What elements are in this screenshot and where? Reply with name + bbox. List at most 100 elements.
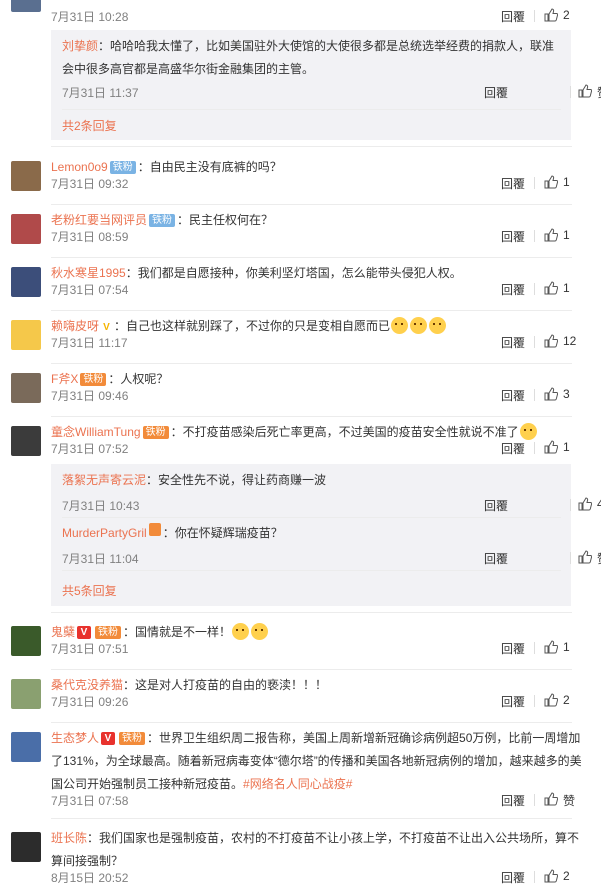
username-link[interactable]: 老粉红要当网评员 [51,213,147,227]
avatar[interactable] [11,426,41,456]
divider [570,86,571,98]
reply-button[interactable]: 回覆 [501,440,525,457]
like-count: 赞 [597,84,601,101]
like-count: 4 [597,497,601,511]
like-count: 1 [563,175,570,189]
username-link[interactable]: 班长陈 [51,831,87,845]
avatar[interactable] [11,320,41,350]
sub-reply-box: 落絮无声寄云泥：安全性先不说，得让药商赚一波 7月31日 10:43 回覆 4 Murd… [51,464,601,606]
reply-button[interactable]: 回覆 [484,550,508,567]
timestamp: 8月15日 20:52 [51,871,129,885]
show-more-replies-link[interactable]: 共5条回复 [62,582,117,599]
fan-badge: 铁粉 [149,214,176,227]
reply-button[interactable]: 回覆 [501,8,525,25]
reply-button[interactable]: 回覆 [501,228,525,245]
username-link[interactable]: F斧X [51,372,78,386]
fan-badge: 铁粉 [142,426,169,439]
avatar[interactable] [11,267,41,297]
avatar[interactable] [11,626,41,656]
username-link[interactable]: 童念WilliamTung [51,425,141,439]
thumbs-up-icon[interactable] [544,440,558,454]
reply-button[interactable]: 回覆 [501,693,525,710]
thumbs-up-icon[interactable] [544,228,558,242]
thumbs-up-icon[interactable] [578,550,592,564]
reply-button[interactable]: 回覆 [484,84,508,101]
reply-button[interactable]: 回覆 [501,334,525,351]
thumbs-up-icon[interactable] [544,387,558,401]
verified-icon: V [103,322,110,333]
avatar[interactable] [11,214,41,244]
divider [534,794,535,806]
comment-body: ：你在怀疑辉瑞疫苗？ [162,526,283,540]
avatar[interactable] [11,832,41,862]
comment-body: ：安全性先不说，得让药商赚一波 [146,473,327,487]
comment-body: ：我们都是自愿接种，你美利坚灯塔国，怎么能带头侵犯人权。 [125,266,462,280]
hashtag-link[interactable]: #网络名人同心战疫# [243,777,352,791]
timestamp: 7月31日 11:17 [51,336,128,350]
comment-item: 赖嗨皮呀 V ：自己也这样就别踩了，不过你的只是变相自愿而已 7月31日 11:17 回… [0,311,601,363]
avatar[interactable] [11,373,41,403]
comment-text: ：哈哈哈我太懂了，比如美国驻外大使馆的大使很多都是总统选举经费的捐款人，联准会中… [62,39,555,76]
username-link[interactable]: 生态梦人 [51,731,99,745]
username-link[interactable]: 桑代克没养猫 [51,678,123,692]
reply-button[interactable]: 回覆 [484,497,508,514]
comment-body: ：自由民主没有底裤的吗？ [137,160,282,174]
divider [62,109,561,110]
username-link[interactable]: 秋水寒星1995 [51,266,126,280]
divider [534,642,535,654]
thumbs-up-icon[interactable] [578,84,592,98]
like-count: 1 [563,281,570,295]
username-link[interactable]: MurderPartyGril [62,526,147,540]
fan-badge [148,523,161,536]
comment-item: F斧X 铁粉 ：人权呢？ 7月31日 09:46 回覆 3 [0,364,601,416]
reply-button[interactable]: 回覆 [501,640,525,657]
username-link[interactable]: 刘挚颜 [62,39,98,53]
username-link[interactable]: 落絮无声寄云泥 [62,473,146,487]
comment-text: 班长陈：我们国家也是强制疫苗，农村的不打疫苗不让小孩上学，不打疫苗不让出入公共场… [51,827,587,873]
comment-feed: 7月31日 10:28 回覆 2 刘挚颜：哈哈哈我太懂了，比如美国驻外大使馆的大… [0,0,601,892]
avatar[interactable] [11,679,41,709]
reply-button[interactable]: 回覆 [501,792,525,809]
thumbs-up-icon[interactable] [544,792,558,806]
divider [570,499,571,511]
username-link[interactable]: 鬼蘖 [51,625,75,639]
fan-badge: 铁粉 [119,732,146,745]
emoji-icon [429,317,447,334]
like-count: 3 [563,387,570,401]
comment-item: 生态梦人 V 铁粉 ：世界卫生组织周二报告称，美国上周新增新冠确诊病例超50万例，比前… [0,723,601,808]
sub-reply-text: MurderPartyGril ：你在怀疑辉瑞疫苗？ [62,522,561,545]
divider [534,230,535,242]
comment-body: ：人权呢？ [108,372,169,386]
show-more-replies-link[interactable]: 共2条回复 [62,117,117,134]
thumbs-up-icon[interactable] [544,640,558,654]
username-link[interactable]: 赖嗨皮呀 [51,319,99,333]
reply-button[interactable]: 回覆 [501,869,525,886]
thumbs-up-icon[interactable] [544,334,558,348]
username-link[interactable]: Lemon0o9 [51,160,108,174]
like-count: 赞 [597,550,601,567]
thumbs-up-icon[interactable] [544,175,558,189]
fan-badge: 铁粉 [80,373,107,386]
timestamp: 7月31日 09:26 [51,695,129,709]
like-count: 1 [563,640,570,654]
fan-badge: 铁粉 [95,626,122,639]
like-count: 1 [563,228,570,242]
avatar[interactable] [11,732,41,762]
thumbs-up-icon[interactable] [544,8,558,22]
thumbs-up-icon[interactable] [578,497,592,511]
reply-button[interactable]: 回覆 [501,281,525,298]
reply-button[interactable]: 回覆 [501,175,525,192]
timestamp: 7月31日 10:28 [51,10,129,24]
divider [51,818,572,819]
thumbs-up-icon[interactable] [544,281,558,295]
comment-item: 秋水寒星1995：我们都是自愿接种，你美利坚灯塔国，怎么能带头侵犯人权。 7月31… [0,258,601,310]
thumbs-up-icon[interactable] [544,869,558,883]
divider [534,283,535,295]
avatar[interactable] [11,161,41,191]
avatar[interactable] [11,0,41,12]
like-count: 2 [563,693,570,707]
thumbs-up-icon[interactable] [544,693,558,707]
reply-button[interactable]: 回覆 [501,387,525,404]
emoji-icon [232,623,250,640]
timestamp: 7月31日 08:59 [51,230,129,244]
